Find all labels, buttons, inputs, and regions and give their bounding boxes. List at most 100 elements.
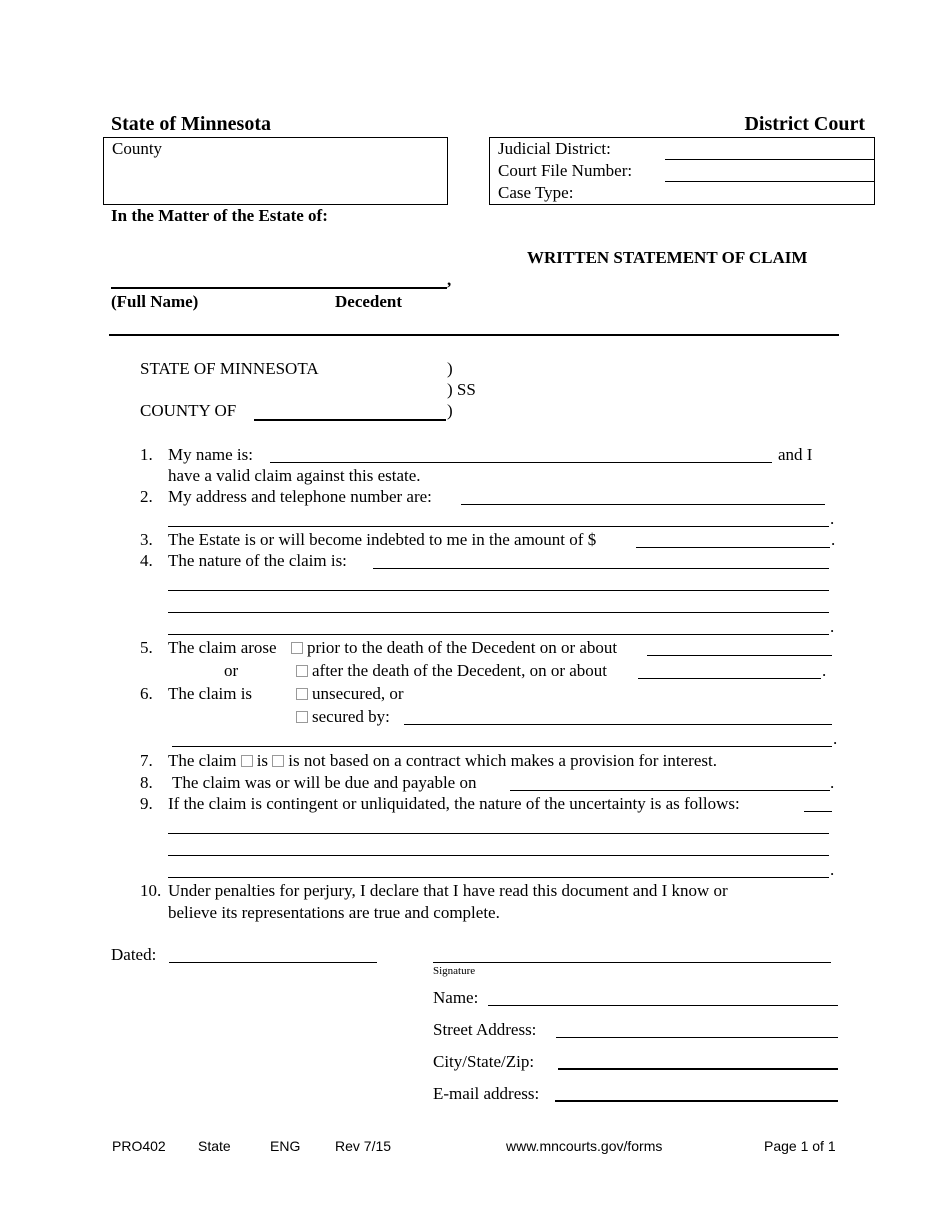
court-file-number-field[interactable] <box>665 181 874 182</box>
arose-after-label: after the death of the Decedent, on or a… <box>312 661 608 680</box>
court-file-number-label: Court File Number: <box>498 161 633 180</box>
decedent-name-field[interactable] <box>111 287 447 289</box>
arose-after-checkbox[interactable] <box>296 665 308 677</box>
item-10-number: 10. <box>140 881 162 900</box>
case-type-label: Case Type: <box>498 183 574 202</box>
uncertainty-field-1[interactable] <box>804 811 832 812</box>
uncertainty-field-4[interactable] <box>168 877 829 878</box>
street-address-label: Street Address: <box>433 1020 537 1039</box>
period: . <box>831 530 836 549</box>
dated-label: Dated: <box>111 945 157 964</box>
item-5-number: 5. <box>140 638 153 657</box>
item-2-text: My address and telephone number are: <box>168 487 432 506</box>
document-title: WRITTEN STATEMENT OF CLAIM <box>527 248 808 267</box>
item-1-tail: and I <box>778 445 813 464</box>
venue-paren-ss: ) SS <box>447 380 476 399</box>
secured-by-field-1[interactable] <box>404 724 832 725</box>
secured-label: secured by: <box>312 707 390 726</box>
name-field[interactable] <box>488 1005 838 1006</box>
claim-nature-field-4[interactable] <box>168 634 829 635</box>
item-7-text-a: The claim <box>168 751 237 770</box>
footer-page-number: Page 1 of 1 <box>764 1138 836 1154</box>
email-field[interactable] <box>555 1100 838 1102</box>
dated-field[interactable] <box>169 962 377 963</box>
comma: , <box>447 270 452 289</box>
period: . <box>830 509 835 528</box>
arose-prior-label: prior to the death of the Decedent on or… <box>307 638 618 657</box>
item-7-number: 7. <box>140 751 153 770</box>
item-5-or: or <box>224 661 239 680</box>
judicial-district-field[interactable] <box>665 159 874 160</box>
judicial-district-label: Judicial District: <box>498 139 611 158</box>
address-phone-field-1[interactable] <box>461 504 825 505</box>
signature-label: Signature <box>433 965 476 977</box>
court-heading: District Court <box>744 113 865 135</box>
item-2-number: 2. <box>140 487 153 506</box>
item-4-number: 4. <box>140 551 153 570</box>
venue-county: COUNTY OF <box>140 401 237 420</box>
venue-paren-3: ) <box>447 401 453 420</box>
city-state-zip-field[interactable] <box>558 1068 838 1070</box>
case-info-box: Judicial District: Court File Number: Ca… <box>489 137 875 205</box>
unsecured-checkbox[interactable] <box>296 688 308 700</box>
item-10-text: Under penalties for perjury, I declare t… <box>168 881 728 900</box>
venue-state: STATE OF MINNESOTA <box>140 359 319 378</box>
uncertainty-field-3[interactable] <box>168 855 829 856</box>
uncertainty-field-2[interactable] <box>168 833 829 834</box>
claim-nature-field-3[interactable] <box>168 612 829 613</box>
item-9-text: If the claim is contingent or unliquidat… <box>168 794 740 813</box>
street-address-field[interactable] <box>556 1037 838 1038</box>
unsecured-label: unsecured, or <box>312 684 404 703</box>
state-heading: State of Minnesota <box>111 113 271 135</box>
footer-jurisdiction: State <box>198 1138 231 1154</box>
name-label: Name: <box>433 988 479 1007</box>
claim-nature-field-1[interactable] <box>373 568 829 569</box>
item-1-continuation: have a valid claim against this estate. <box>168 466 421 485</box>
claim-amount-field[interactable] <box>636 547 830 548</box>
item-4-text: The nature of the claim is: <box>168 551 347 570</box>
item-7-text-b: is <box>256 751 269 770</box>
footer-url[interactable]: www.mncourts.gov/forms <box>506 1138 662 1154</box>
is-contract-checkbox[interactable] <box>240 755 253 767</box>
county-label: County <box>112 139 163 158</box>
decedent-label: Decedent <box>335 292 403 311</box>
signature-field[interactable] <box>433 962 831 963</box>
address-phone-field-2[interactable] <box>168 526 829 527</box>
email-label: E-mail address: <box>433 1084 540 1103</box>
is-not-contract-checkbox[interactable] <box>272 755 285 767</box>
item-8-text: The claim was or will be due and payable… <box>172 773 477 792</box>
period: . <box>833 729 838 748</box>
footer-form-id: PRO402 <box>112 1138 166 1154</box>
full-name-label: (Full Name) <box>111 292 199 311</box>
secured-by-field-2[interactable] <box>172 746 832 747</box>
secured-checkbox[interactable] <box>296 711 308 723</box>
item-8-number: 8. <box>140 773 153 792</box>
period: . <box>830 617 835 636</box>
period: . <box>822 661 827 680</box>
city-state-zip-label: City/State/Zip: <box>433 1052 535 1071</box>
arose-prior-checkbox[interactable] <box>291 642 303 654</box>
item-3-number: 3. <box>140 530 153 549</box>
claimant-name-field[interactable] <box>270 462 772 463</box>
item-6-number: 6. <box>140 684 153 703</box>
after-date-field[interactable] <box>638 678 821 679</box>
item-9-number: 9. <box>140 794 153 813</box>
item-3-text: The Estate is or will become indebted to… <box>168 530 597 549</box>
due-date-field[interactable] <box>510 790 830 791</box>
county-box[interactable]: County <box>103 137 448 205</box>
item-7-text-c: is not based on a contract which makes a… <box>288 751 717 770</box>
matter-label: In the Matter of the Estate of: <box>111 206 328 225</box>
caption-divider <box>109 334 839 336</box>
item-5-text: The claim arose <box>168 638 277 657</box>
period: . <box>830 773 835 792</box>
venue-county-field[interactable] <box>254 419 446 421</box>
item-10-continuation: believe its representations are true and… <box>168 903 500 922</box>
footer-revision: Rev 7/15 <box>335 1138 392 1154</box>
claim-nature-field-2[interactable] <box>168 590 829 591</box>
period: . <box>830 860 835 879</box>
venue-paren-1: ) <box>447 359 453 378</box>
prior-date-field[interactable] <box>647 655 832 656</box>
item-1-number: 1. <box>140 445 153 464</box>
footer-language: ENG <box>270 1138 301 1154</box>
item-1-text: My name is: <box>168 445 253 464</box>
